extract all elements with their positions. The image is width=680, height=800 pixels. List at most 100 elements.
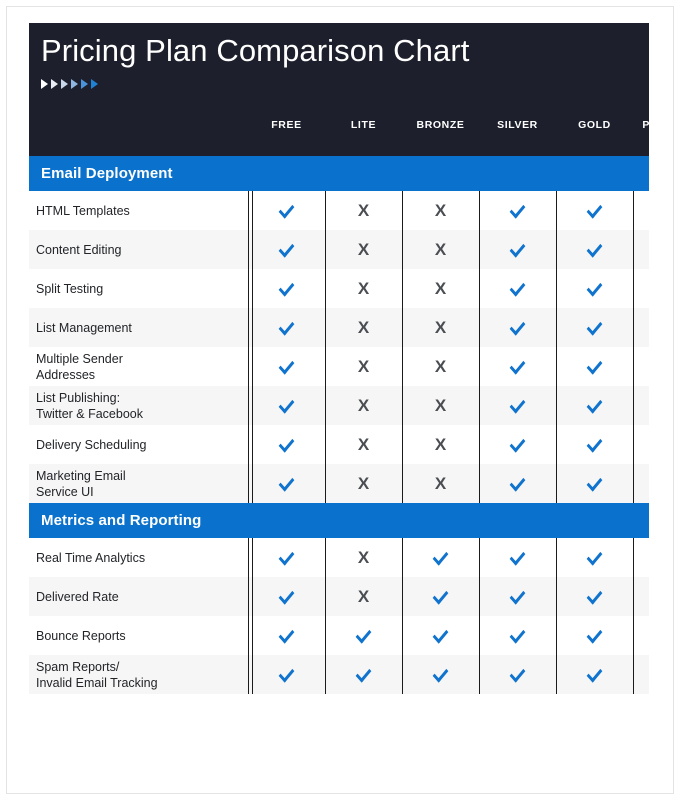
check-icon — [278, 355, 295, 375]
availability-cell-silver — [479, 538, 556, 577]
feature-label-line: Real Time Analytics — [36, 550, 146, 565]
chart-header: Pricing Plan Comparison Chart FREE LITE BR… — [29, 23, 649, 156]
availability-cell-platinum — [633, 230, 649, 269]
check-icon — [586, 624, 603, 644]
plan-column-header-free[interactable]: FREE — [248, 119, 325, 131]
plan-column-header-gold[interactable]: GOLD — [556, 119, 633, 131]
availability-cell-lite: X — [325, 191, 402, 230]
arrow-icon — [71, 79, 78, 89]
check-icon — [355, 663, 372, 683]
feature-row: Delivery Scheduling X X — [29, 425, 649, 464]
availability-cell-platinum — [633, 386, 649, 425]
check-icon — [586, 394, 603, 414]
feature-row: List Management X X — [29, 308, 649, 347]
feature-label-line: Marketing Email — [36, 468, 126, 483]
feature-label-line: List Management — [36, 320, 132, 335]
plan-column-header-platinum[interactable]: PLATINUM — [633, 119, 649, 131]
availability-cell-bronze: X — [402, 230, 479, 269]
check-icon — [278, 624, 295, 644]
cross-icon: X — [434, 201, 447, 220]
section-header: Email Deployment — [29, 156, 649, 191]
check-icon — [432, 624, 449, 644]
check-icon — [278, 585, 295, 605]
check-icon — [509, 277, 526, 297]
feature-label: Split Testing — [29, 269, 248, 308]
availability-cell-lite: X — [325, 308, 402, 347]
availability-cell-gold — [556, 538, 633, 577]
comparison-chart: Pricing Plan Comparison Chart FREE LITE BR… — [29, 23, 649, 694]
availability-cell-silver — [479, 464, 556, 503]
check-icon — [432, 585, 449, 605]
feature-row: Real Time Analytics X — [29, 538, 649, 577]
check-icon — [586, 238, 603, 258]
feature-row: Content Editing X X — [29, 230, 649, 269]
feature-label-line: Delivered Rate — [36, 589, 119, 604]
check-icon — [278, 199, 295, 219]
feature-label: List Management — [29, 308, 248, 347]
cross-icon: X — [357, 201, 370, 220]
header-label-spacer — [29, 119, 248, 131]
availability-cell-bronze — [402, 577, 479, 616]
feature-label-line: Spam Reports/ — [36, 659, 120, 674]
cross-icon: X — [434, 396, 447, 415]
section-header: Metrics and Reporting — [29, 503, 649, 538]
availability-cell-free — [248, 347, 325, 386]
availability-cell-lite: X — [325, 577, 402, 616]
check-icon — [586, 355, 603, 375]
check-icon — [278, 394, 295, 414]
feature-label: Real Time Analytics — [29, 538, 248, 577]
availability-cell-bronze: X — [402, 347, 479, 386]
availability-cell-free — [248, 655, 325, 694]
availability-cell-free — [248, 538, 325, 577]
availability-cell-gold — [556, 308, 633, 347]
availability-cell-bronze: X — [402, 386, 479, 425]
feature-label: List Publishing: Twitter & Facebook — [29, 386, 248, 425]
check-icon — [278, 663, 295, 683]
section-rows: HTML Templates X X Content Editing X X Split T… — [29, 191, 649, 503]
availability-cell-silver — [479, 347, 556, 386]
check-icon — [278, 433, 295, 453]
plan-column-header-bronze[interactable]: BRONZE — [402, 119, 479, 131]
availability-cell-lite: X — [325, 538, 402, 577]
availability-cell-gold — [556, 230, 633, 269]
page-title: Pricing Plan Comparison Chart — [41, 33, 470, 68]
availability-cell-silver — [479, 655, 556, 694]
arrow-icon — [91, 79, 98, 89]
availability-cell-silver — [479, 425, 556, 464]
availability-cell-silver — [479, 230, 556, 269]
feature-label: Spam Reports/Invalid Email Tracking — [29, 655, 248, 694]
availability-cell-free — [248, 464, 325, 503]
availability-cell-gold — [556, 464, 633, 503]
feature-row: Marketing Email Service UI X X — [29, 464, 649, 503]
check-icon — [586, 546, 603, 566]
check-icon — [509, 624, 526, 644]
feature-row: Delivered Rate X — [29, 577, 649, 616]
availability-cell-silver — [479, 386, 556, 425]
plan-column-header-lite[interactable]: LITE — [325, 119, 402, 131]
check-icon — [586, 277, 603, 297]
check-icon — [278, 238, 295, 258]
availability-cell-lite: X — [325, 347, 402, 386]
arrow-icon — [41, 79, 48, 89]
availability-cell-platinum — [633, 347, 649, 386]
feature-label: Marketing Email Service UI — [29, 464, 248, 503]
plan-column-header-silver[interactable]: SILVER — [479, 119, 556, 131]
availability-cell-platinum — [633, 655, 649, 694]
availability-cell-platinum — [633, 269, 649, 308]
feature-label-line: Addresses — [36, 367, 96, 382]
feature-label: Content Editing — [29, 230, 248, 269]
availability-cell-platinum — [633, 464, 649, 503]
feature-label-line: Delivery Scheduling — [36, 437, 147, 452]
availability-cell-free — [248, 386, 325, 425]
check-icon — [586, 663, 603, 683]
cross-icon: X — [434, 435, 447, 454]
check-icon — [278, 316, 295, 336]
check-icon — [432, 663, 449, 683]
feature-label-line: Content Editing — [36, 242, 122, 257]
cross-icon: X — [357, 396, 370, 415]
availability-cell-bronze: X — [402, 425, 479, 464]
availability-cell-bronze: X — [402, 308, 479, 347]
cross-icon: X — [434, 240, 447, 259]
availability-cell-silver — [479, 577, 556, 616]
arrow-icon — [81, 79, 88, 89]
